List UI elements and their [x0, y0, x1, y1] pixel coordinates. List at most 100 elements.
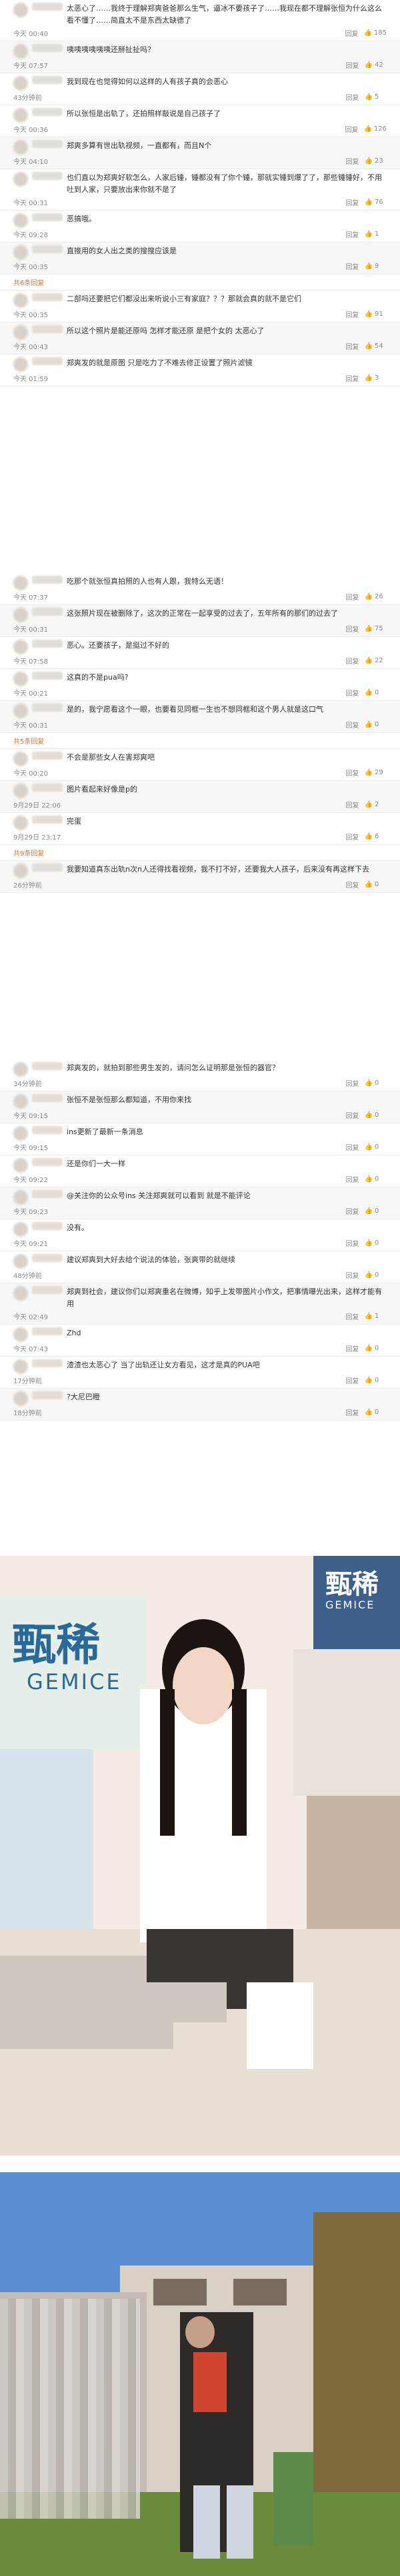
avatar[interactable] [13, 672, 28, 686]
like-button[interactable]: 👍 76 [365, 199, 387, 206]
avatar[interactable] [13, 213, 28, 228]
reply-button[interactable]: 回复 [346, 156, 359, 166]
reply-button[interactable]: 回复 [346, 309, 359, 319]
avatar[interactable] [13, 108, 28, 123]
avatar[interactable] [13, 1062, 28, 1077]
username-blurred[interactable] [32, 1190, 63, 1198]
reply-button[interactable]: 回复 [346, 624, 359, 634]
avatar[interactable] [13, 1126, 28, 1141]
username-blurred[interactable] [32, 3, 63, 11]
avatar[interactable] [13, 1094, 28, 1109]
username-blurred[interactable] [32, 44, 63, 52]
avatar[interactable] [13, 1222, 28, 1237]
reply-button[interactable]: 回复 [346, 229, 359, 239]
reply-button[interactable]: 回复 [346, 60, 359, 70]
expand-replies-link[interactable]: 共5条回复 [13, 736, 387, 746]
reply-button[interactable]: 回复 [346, 656, 359, 666]
reply-button[interactable]: 回复 [346, 197, 359, 207]
username-blurred[interactable] [32, 1158, 63, 1166]
reply-button[interactable]: 回复 [346, 720, 359, 730]
reply-button[interactable]: 回复 [346, 92, 359, 102]
like-button[interactable]: 👍 0 [365, 1409, 387, 1416]
reply-button[interactable]: 回复 [345, 124, 358, 134]
like-button[interactable]: 👍 6 [365, 833, 387, 840]
reply-button[interactable]: 回复 [346, 688, 359, 698]
like-button[interactable]: 👍 0 [365, 1143, 387, 1151]
avatar[interactable] [13, 752, 28, 766]
like-button[interactable]: 👍 0 [365, 1175, 387, 1183]
expand-replies-link[interactable]: 共6条回复 [13, 277, 387, 287]
reply-button[interactable]: 回复 [346, 341, 359, 351]
avatar[interactable] [13, 608, 28, 622]
like-button[interactable]: 👍 91 [365, 311, 387, 318]
reply-button[interactable]: 回复 [346, 1206, 359, 1216]
reply-button[interactable]: 回复 [346, 373, 359, 383]
username-blurred[interactable] [32, 704, 63, 712]
reply-button[interactable]: 回复 [346, 1078, 359, 1088]
like-button[interactable]: 👍 2 [365, 801, 387, 808]
like-button[interactable]: 👍 0 [365, 1271, 387, 1279]
avatar[interactable] [13, 1391, 28, 1406]
like-button[interactable]: 👍 0 [365, 721, 387, 728]
avatar[interactable] [13, 1254, 28, 1269]
avatar[interactable] [13, 293, 28, 308]
username-blurred[interactable] [32, 1062, 63, 1070]
like-button[interactable]: 👍 26 [365, 593, 387, 600]
expand-replies-link[interactable]: 共9条回复 [13, 848, 387, 858]
username-blurred[interactable] [32, 784, 63, 792]
reply-button[interactable]: 回复 [346, 832, 359, 842]
username-blurred[interactable] [32, 325, 63, 333]
reply-button[interactable]: 回复 [346, 261, 359, 271]
username-blurred[interactable] [32, 1254, 63, 1262]
avatar[interactable] [13, 816, 28, 830]
like-button[interactable]: 👍 1 [365, 231, 387, 238]
reply-button[interactable]: 回复 [346, 1238, 359, 1248]
avatar[interactable] [13, 784, 28, 798]
username-blurred[interactable] [32, 1126, 63, 1134]
reply-button[interactable]: 回复 [346, 1174, 359, 1184]
avatar[interactable] [13, 1286, 28, 1301]
like-button[interactable]: 👍 42 [365, 61, 387, 69]
username-blurred[interactable] [32, 1222, 63, 1230]
like-button[interactable]: 👍 5 [365, 93, 387, 101]
like-button[interactable]: 👍 0 [365, 1079, 387, 1087]
username-blurred[interactable] [32, 576, 63, 584]
username-blurred[interactable] [32, 172, 63, 180]
avatar[interactable] [13, 1327, 28, 1342]
like-button[interactable]: 👍 0 [365, 881, 387, 888]
avatar[interactable] [13, 704, 28, 718]
like-button[interactable]: 👍 75 [365, 625, 387, 632]
username-blurred[interactable] [32, 608, 63, 616]
reply-button[interactable]: 回复 [346, 1142, 359, 1152]
like-button[interactable]: 👍 0 [365, 1111, 387, 1119]
avatar[interactable] [13, 1359, 28, 1374]
reply-button[interactable]: 回复 [346, 1110, 359, 1120]
reply-button[interactable]: 回复 [345, 28, 358, 38]
username-blurred[interactable] [32, 1359, 63, 1367]
reply-button[interactable]: 回复 [346, 1343, 359, 1353]
avatar[interactable] [13, 76, 28, 91]
avatar[interactable] [13, 1190, 28, 1205]
avatar[interactable] [13, 640, 28, 654]
like-button[interactable]: 👍 9 [365, 263, 387, 270]
avatar[interactable] [13, 1158, 28, 1173]
username-blurred[interactable] [32, 213, 63, 221]
avatar[interactable] [13, 3, 28, 17]
username-blurred[interactable] [32, 1094, 63, 1102]
reply-button[interactable]: 回复 [346, 800, 359, 810]
like-button[interactable]: 👍 0 [365, 689, 387, 696]
like-button[interactable]: 👍 22 [365, 657, 387, 664]
avatar[interactable] [13, 357, 28, 372]
username-blurred[interactable] [32, 1391, 63, 1399]
reply-button[interactable]: 回复 [346, 1311, 359, 1321]
reply-button[interactable]: 回复 [346, 880, 359, 890]
avatar[interactable] [13, 172, 28, 187]
like-button[interactable]: 👍 185 [363, 29, 387, 37]
like-button[interactable]: 👍 0 [365, 1207, 387, 1215]
avatar[interactable] [13, 325, 28, 340]
username-blurred[interactable] [32, 108, 63, 116]
avatar[interactable] [13, 864, 28, 878]
like-button[interactable]: 👍 0 [365, 1377, 387, 1384]
username-blurred[interactable] [32, 293, 63, 301]
username-blurred[interactable] [32, 1286, 63, 1294]
